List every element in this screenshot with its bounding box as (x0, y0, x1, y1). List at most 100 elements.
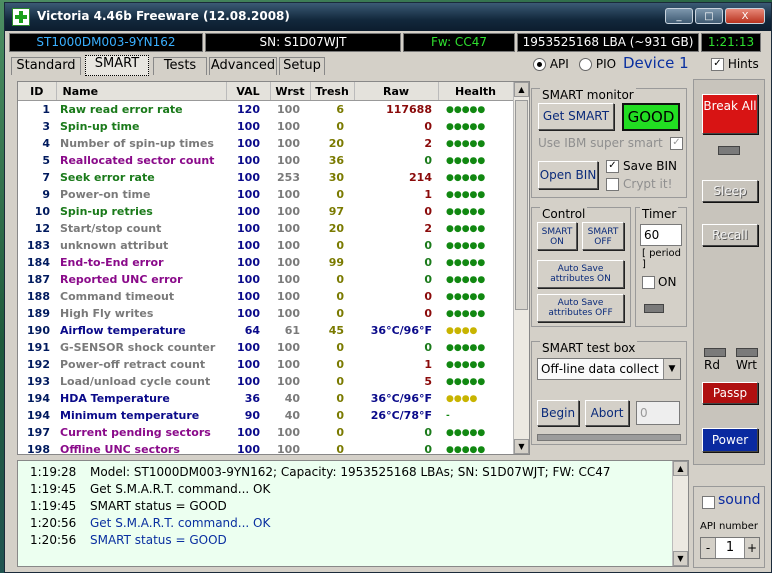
open-bin-button[interactable]: Open BIN (538, 161, 598, 189)
begin-button[interactable]: Begin (537, 400, 579, 426)
attr-id-cell: 187 (27, 273, 50, 286)
tab-standard[interactable]: Standard (11, 57, 81, 75)
tab-advanced[interactable]: Advanced (209, 57, 277, 75)
autosave-off-button[interactable]: Auto Save attributes OFF (537, 294, 624, 322)
close-button[interactable]: X (725, 8, 765, 24)
sound-checkbox[interactable] (702, 496, 715, 509)
attr-id-cell: 5 (42, 154, 50, 167)
crypt-label: Crypt it! (623, 177, 673, 191)
hints-checkbox[interactable]: ✓ Hints (711, 57, 759, 71)
attr-id-cell: 188 (27, 290, 50, 303)
log-scroll-up-icon[interactable]: ▲ (673, 461, 688, 476)
table-row[interactable]: 7 Seek error rate 100 253 30 214 ●●●●● (18, 169, 513, 186)
power-button[interactable]: Power (702, 428, 758, 452)
tab-tests[interactable]: Tests (153, 57, 207, 75)
sleep-button[interactable]: Sleep (702, 180, 758, 202)
smart-on-button[interactable]: SMART ON (537, 222, 577, 250)
attr-wrst-cell: 100 (277, 239, 300, 252)
log-scrollbar[interactable]: ▲ ▼ (672, 461, 688, 566)
table-row[interactable]: 192 Power-off retract count 100 100 0 1 ●●●●● (18, 356, 513, 373)
api-number-spinner[interactable]: - 1 + (700, 537, 760, 559)
scroll-down-icon[interactable]: ▼ (514, 439, 529, 454)
col-header-tresh[interactable]: Tresh (310, 82, 355, 101)
table-row[interactable]: 191 G-SENSOR shock counter 100 100 0 0 ●●●●● (18, 339, 513, 356)
table-row[interactable]: 194 HDA Temperature 36 40 0 36°C/96°F ●●●● (18, 390, 513, 407)
table-scrollbar[interactable]: ▲ ▼ (513, 82, 529, 454)
maximize-button[interactable]: □ (695, 8, 723, 24)
attr-raw-cell: 0 (424, 120, 432, 133)
attr-val-cell: 100 (237, 273, 260, 286)
pio-mode-radio[interactable]: PIO (579, 57, 616, 71)
attr-val-cell: 100 (237, 307, 260, 320)
smart-attributes-table[interactable]: ID Name VAL Wrst Tresh Raw Health 1 Raw r… (17, 81, 530, 455)
scroll-thumb[interactable] (515, 100, 528, 310)
title-bar[interactable]: Victoria 4.46b Freeware (12.08.2008) _ □… (5, 3, 771, 31)
attr-val-cell: 64 (244, 324, 260, 337)
table-row[interactable]: 1 Raw read error rate 120 100 6 117688 ●●●●● (18, 101, 513, 119)
table-row[interactable]: 12 Start/stop count 100 100 20 2 ●●●●● (18, 220, 513, 237)
timer-period-field[interactable]: 60 (640, 224, 682, 246)
abort-button[interactable]: Abort (585, 400, 629, 426)
table-row[interactable]: 184 End-to-End error 100 100 99 0 ●●●●● (18, 254, 513, 271)
table-row[interactable]: 187 Reported UNC error 100 100 0 0 ●●●●● (18, 271, 513, 288)
col-header-wrst[interactable]: Wrst (270, 82, 311, 101)
attr-name-cell: Power-on time (60, 188, 151, 201)
table-row[interactable]: 188 Command timeout 100 100 0 0 ●●●●● (18, 288, 513, 305)
crypt-checkbox[interactable] (606, 178, 619, 191)
api-radio-icon[interactable] (533, 58, 546, 71)
attr-wrst-cell: 100 (277, 443, 300, 455)
table-row[interactable]: 194 Minimum temperature 90 40 0 26°C/78°F - (18, 407, 513, 424)
attr-id-cell: 192 (27, 358, 50, 371)
table-row[interactable]: 197 Current pending sectors 100 100 0 0 ●●●●● (18, 424, 513, 441)
table-row[interactable]: 193 Load/unload cycle count 100 100 0 5 ●●●●● (18, 373, 513, 390)
col-header-val[interactable]: VAL (226, 82, 271, 101)
table-row[interactable]: 183 unknown attribut 100 100 0 0 ●●●●● (18, 237, 513, 254)
smart-off-button[interactable]: SMART OFF (582, 222, 624, 250)
col-header-raw[interactable]: Raw (354, 82, 439, 101)
hints-check-icon[interactable]: ✓ (711, 58, 724, 71)
autosave-on-button[interactable]: Auto Save attributes ON (537, 260, 624, 288)
attr-val-cell: 100 (237, 239, 260, 252)
col-header-name[interactable]: Name (56, 82, 227, 101)
api-mode-radio[interactable]: API (533, 57, 569, 71)
minimize-button[interactable]: _ (665, 8, 693, 24)
save-bin-checkbox[interactable]: ✓ (606, 160, 619, 173)
test-type-select[interactable]: Off-line data collect ▼ (537, 358, 681, 380)
attr-tresh-cell: 0 (336, 239, 344, 252)
table-row[interactable]: 10 Spin-up retries 100 100 97 0 ●●●●● (18, 203, 513, 220)
table-row[interactable]: 190 Airflow temperature 64 61 45 36°C/96°F ●●●… (18, 322, 513, 339)
table-row[interactable]: 198 Offline UNC sectors 100 100 0 0 ●●●●● (18, 441, 513, 455)
passp-button[interactable]: Passp (702, 382, 758, 404)
dropdown-arrow-icon[interactable]: ▼ (663, 359, 680, 379)
api-number-increment[interactable]: + (744, 538, 759, 558)
recall-button[interactable]: Recall (702, 224, 758, 246)
attr-raw-cell: 0 (424, 239, 432, 252)
table-row[interactable]: 4 Number of spin-up times 100 100 20 2 ●●●●● (18, 135, 513, 152)
break-all-button[interactable]: Break All (702, 94, 758, 134)
smart-monitor-title: SMART monitor (540, 88, 636, 102)
log-scroll-down-icon[interactable]: ▼ (673, 551, 688, 566)
scroll-up-icon[interactable]: ▲ (514, 82, 529, 97)
ibm-super-smart-checkbox[interactable]: ✓ (670, 137, 683, 150)
get-smart-button[interactable]: Get SMART (538, 103, 614, 130)
timer-on-checkbox[interactable] (642, 276, 655, 289)
attr-wrst-cell: 100 (277, 222, 300, 235)
tab-setup[interactable]: Setup (279, 57, 325, 75)
tab-smart[interactable]: SMART (85, 55, 149, 76)
attr-id-cell: 198 (27, 443, 50, 455)
attr-health-cell: ●●●●● (446, 444, 486, 455)
table-row[interactable]: 189 High Fly writes 100 100 0 0 ●●●●● (18, 305, 513, 322)
table-row[interactable]: 5 Reallocated sector count 100 100 36 0 ●●●●● (18, 152, 513, 169)
table-row[interactable]: 3 Spin-up time 100 100 0 0 ●●●●● (18, 118, 513, 135)
api-number-decrement[interactable]: - (701, 538, 716, 558)
attr-health-cell: ●●●●● (446, 206, 486, 217)
pio-radio-icon[interactable] (579, 58, 592, 71)
event-log[interactable]: 1:19:28 Model: ST1000DM003-9YN162; Capaci… (17, 460, 689, 567)
table-row[interactable]: 9 Power-on time 100 100 0 1 ●●●●● (18, 186, 513, 203)
attr-id-cell: 193 (27, 375, 50, 388)
attr-name-cell: Start/stop count (60, 222, 162, 235)
col-header-health[interactable]: Health (438, 82, 514, 101)
col-header-id[interactable]: ID (18, 82, 57, 101)
attr-id-cell: 9 (42, 188, 50, 201)
attr-health-cell: ●●●● (446, 393, 478, 404)
